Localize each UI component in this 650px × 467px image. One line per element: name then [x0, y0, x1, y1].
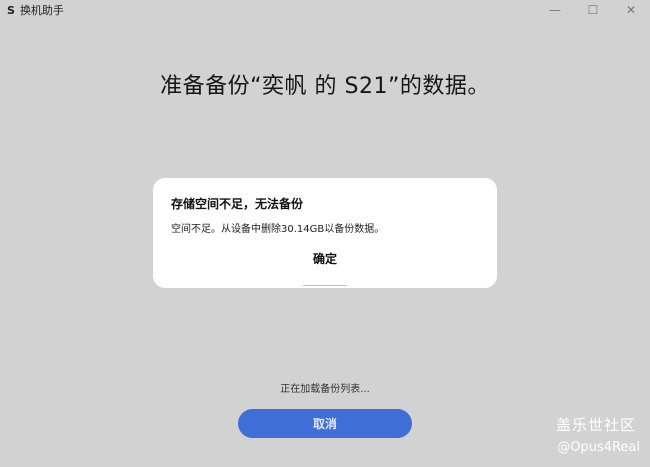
- loading-status: 正在加载备份列表...: [280, 384, 370, 395]
- minimize-icon[interactable]: —: [536, 0, 574, 20]
- window-controls: — ☐ ✕: [536, 0, 650, 20]
- dialog-divider: [303, 285, 347, 286]
- storage-error-dialog: 存储空间不足，无法备份 空间不足。从设备中删除30.14GB以备份数据。 确定: [153, 178, 497, 288]
- maximize-icon[interactable]: ☐: [574, 0, 612, 20]
- app-logo-icon: S: [7, 3, 15, 17]
- page-headline: 准备备份“奕帆 的 S21”的数据。: [160, 74, 490, 99]
- window-title: 换机助手: [19, 4, 64, 17]
- ok-button[interactable]: 确定: [153, 250, 497, 267]
- watermark-community: 盖乐世社区: [555, 416, 636, 434]
- dialog-title: 存储空间不足，无法备份: [171, 197, 304, 211]
- title-bar: S 换机助手 — ☐ ✕: [0, 0, 650, 20]
- dialog-message: 空间不足。从设备中删除30.14GB以备份数据。: [171, 224, 385, 235]
- close-icon[interactable]: ✕: [612, 0, 650, 20]
- watermark-handle: @Opus4Real: [557, 440, 640, 455]
- cancel-button[interactable]: 取消: [238, 409, 412, 438]
